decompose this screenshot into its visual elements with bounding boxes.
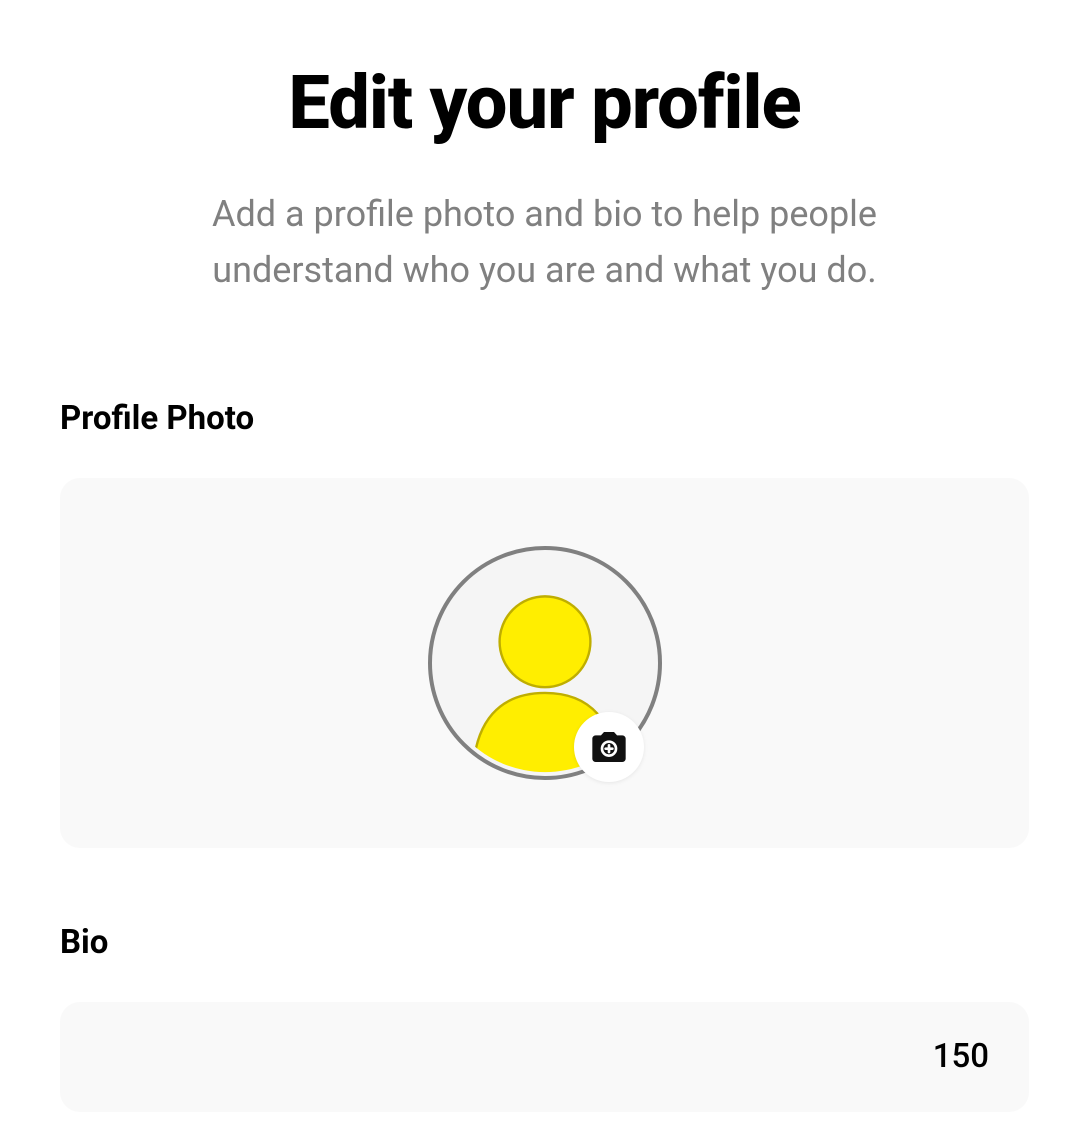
camera-add-badge[interactable]	[574, 712, 644, 782]
bio-char-count: 150	[933, 1037, 989, 1076]
profile-photo-label: Profile Photo	[60, 399, 1029, 438]
camera-plus-icon	[589, 727, 629, 767]
page-title: Edit your profile	[60, 60, 1029, 147]
bio-input[interactable]	[90, 1002, 909, 1112]
profile-photo-panel	[60, 478, 1029, 848]
avatar-upload-button[interactable]	[428, 546, 662, 780]
bio-label: Bio	[60, 923, 1029, 962]
bio-panel: 150	[60, 1002, 1029, 1112]
page-subtitle: Add a profile photo and bio to help peop…	[120, 187, 970, 299]
